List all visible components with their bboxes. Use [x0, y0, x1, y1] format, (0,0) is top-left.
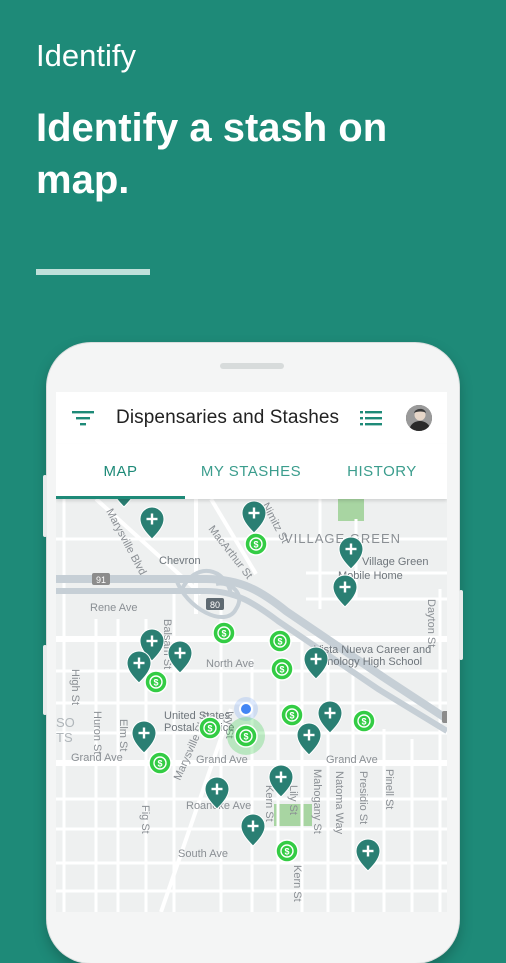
map-label-rene-ave: Rene Ave [90, 602, 138, 614]
tab-bar: MAP MY STASHES HISTORY [56, 444, 447, 499]
map-label-elm: Elm St [117, 719, 129, 751]
tab-history[interactable]: HISTORY [317, 444, 447, 499]
promo-headline: Identify a stash on map. [36, 106, 388, 202]
map-label-huron: Huron St [91, 711, 103, 754]
filter-icon[interactable] [70, 406, 96, 430]
dollar-marker-icon [268, 629, 292, 653]
promo-eyebrow: Identify [36, 38, 136, 73]
plus-marker-icon [338, 536, 364, 570]
dollar-marker-icon [270, 657, 294, 681]
location-dot [239, 702, 253, 716]
tab-indicator [56, 496, 185, 499]
dollar-marker-icon [148, 751, 172, 775]
map-label-dayton: Dayton St [425, 599, 437, 647]
map-label-grand-ave: Grand Ave [326, 754, 378, 766]
map-label-kern: Kern St [263, 785, 275, 822]
map-label-fig: Fig St [139, 805, 151, 834]
map-label-pinell: Pinell St [383, 769, 395, 809]
map-label-mahogany: Mahogany St [311, 769, 323, 834]
plus-marker-icon [241, 500, 267, 534]
phone-side-button [43, 645, 47, 715]
dollar-marker-icon [244, 532, 268, 556]
map-label-north-ave: North Ave [206, 658, 254, 670]
plus-marker-icon [355, 838, 381, 872]
plus-marker-icon [240, 813, 266, 847]
dollar-marker-icon [198, 716, 222, 740]
phone-speaker [220, 363, 284, 369]
dollar-marker-icon [144, 670, 168, 694]
route-80-label: 80 [210, 600, 220, 610]
list-icon[interactable] [358, 406, 384, 430]
phone-screen: Dispensaries and Stashes MAP MY STASHES … [56, 392, 447, 912]
route-91-label: 91 [96, 575, 106, 585]
avatar[interactable] [406, 405, 432, 431]
map-label-chevron: Chevron [159, 555, 201, 567]
tab-map[interactable]: MAP [56, 444, 185, 499]
map-label-natoma: Natoma Way [333, 771, 345, 835]
promo-divider [36, 269, 150, 275]
dollar-marker-icon [212, 621, 236, 645]
highway-marker [442, 711, 447, 723]
plus-marker-icon [111, 499, 137, 508]
plus-marker-icon [131, 720, 157, 754]
phone-side-button [43, 475, 47, 537]
map-label-vg-1: Village Green [362, 556, 428, 568]
map-label-ts: TS [56, 730, 73, 745]
map-label-high: High St [69, 669, 81, 705]
dollar-marker-icon [280, 703, 304, 727]
map-label-south-ave: South Ave [178, 848, 228, 860]
dollar-marker-icon [275, 839, 299, 863]
plus-marker-icon [317, 700, 343, 734]
map-label-school-1: Vista Nueva Career and [314, 644, 431, 656]
plus-marker-icon [139, 506, 165, 540]
map-view[interactable]: 91 80 VILLAGE GREEN Village Green Mobile… [56, 499, 447, 912]
park [338, 499, 364, 521]
app-title: Dispensaries and Stashes [116, 407, 340, 428]
plus-marker-icon [303, 646, 329, 680]
phone-side-button [459, 590, 463, 660]
plus-marker-icon [332, 574, 358, 608]
dollar-marker-icon [234, 724, 258, 748]
map-label-lily: Lily St [287, 785, 299, 815]
app-bar: Dispensaries and Stashes [56, 392, 447, 444]
map-label-so: SO [56, 715, 75, 730]
map-label-presidio: Presidio St [357, 771, 369, 824]
tab-my-stashes[interactable]: MY STASHES [185, 444, 317, 499]
dollar-marker-icon [352, 709, 376, 733]
map-label-kern-2: Kern St [291, 865, 303, 902]
map-label-grand-ave: Grand Ave [196, 754, 248, 766]
